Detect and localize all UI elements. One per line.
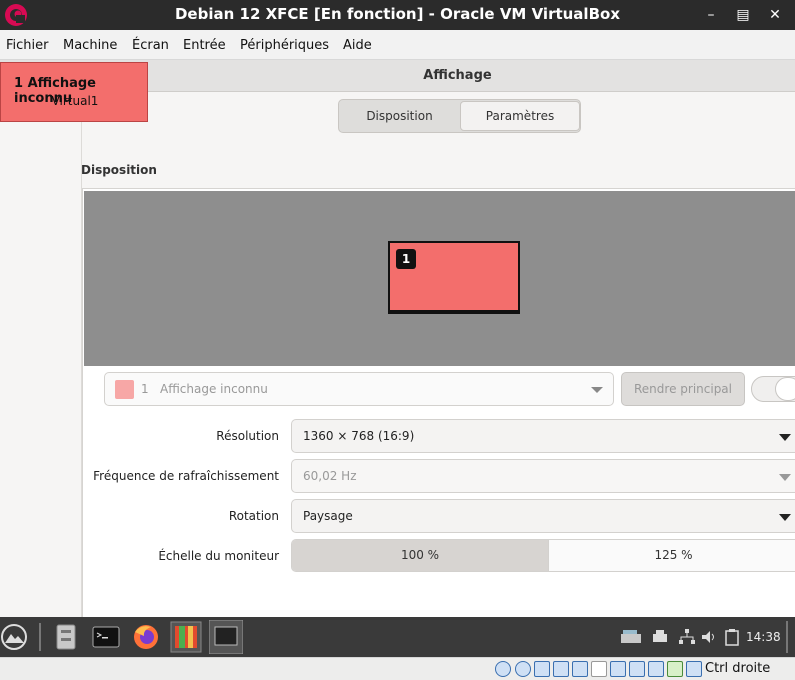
terminal-icon[interactable] [91, 622, 121, 652]
resolution-value: 1360 × 768 (16:9) [303, 429, 415, 443]
file-manager-icon[interactable] [51, 622, 81, 652]
whisker-menu-icon[interactable] [0, 622, 30, 652]
display-arrangement-preview: 1 [84, 191, 795, 366]
network-adapter-icon[interactable] [553, 661, 569, 677]
rotation-label: Rotation [228, 509, 279, 523]
taskbar-separator [39, 623, 41, 651]
display-color-swatch [115, 380, 134, 399]
window-titlebar: Debian 12 XFCE [En fonction] - Oracle VM… [0, 0, 795, 30]
taskbar-clock[interactable]: 14:38 [746, 630, 781, 644]
display-select[interactable]: 1 Affichage inconnu [104, 372, 614, 406]
firefox-icon[interactable] [131, 622, 161, 652]
host-key-label: Ctrl droite [705, 661, 771, 676]
refresh-rate-value: 60,02 Hz [303, 469, 357, 483]
display-identify-overlay: 1 Affichage inconnu Virtual1 [0, 62, 148, 122]
printer-icon[interactable] [651, 628, 669, 646]
clipboard-icon[interactable] [723, 628, 741, 646]
usb-icon[interactable] [572, 661, 588, 677]
volume-icon[interactable] [700, 628, 718, 646]
guest-taskbar: 14:38 [0, 617, 795, 657]
section-title: Disposition [81, 163, 157, 177]
maximize-icon[interactable]: ▤ [732, 4, 754, 26]
scale-option-100[interactable]: 100 % [292, 540, 548, 571]
vbox-statusbar: Ctrl droite [0, 657, 795, 680]
close-icon[interactable]: ✕ [764, 4, 786, 26]
display-settings-panel: 1 1 Affichage inconnu Rendre principal R… [82, 188, 795, 618]
recording-icon[interactable] [629, 661, 645, 677]
chevron-down-icon [591, 387, 603, 393]
overlay-connector-name: Virtual1 [51, 94, 99, 108]
tab-parametres[interactable]: Paramètres [460, 101, 580, 131]
toggle-knob [775, 377, 795, 401]
rotation-value: Paysage [303, 509, 353, 523]
menu-bar: Fichier Machine Écran Entrée Périphériqu… [0, 30, 795, 60]
network-icon[interactable] [620, 628, 642, 646]
monitor-thumbnail[interactable]: 1 [388, 241, 520, 314]
display-icon[interactable] [610, 661, 626, 677]
caret-down-icon [779, 474, 791, 481]
caret-down-icon [779, 434, 791, 441]
menu-machine[interactable]: Machine [63, 38, 117, 53]
view-switcher: Disposition Paramètres [338, 99, 581, 133]
refresh-rate-dropdown[interactable]: 60,02 Hz [291, 459, 795, 493]
keyboard-capture-icon[interactable] [686, 661, 702, 677]
display-enable-toggle[interactable] [751, 376, 795, 402]
settings-sidebar [0, 93, 82, 617]
optical-drive-icon[interactable] [515, 661, 531, 677]
mouse-integration-icon[interactable] [667, 661, 683, 677]
monitor-number-badge: 1 [396, 249, 416, 269]
network-wired-icon[interactable] [678, 628, 696, 646]
caret-down-icon [779, 514, 791, 521]
display-select-name: Affichage inconnu [160, 382, 268, 396]
hard-disk-icon[interactable] [495, 661, 511, 677]
resolution-dropdown[interactable]: 1360 × 768 (16:9) [291, 419, 795, 453]
menu-aide[interactable]: Aide [343, 38, 372, 53]
audio-icon[interactable] [534, 661, 550, 677]
active-window-icon[interactable] [209, 620, 243, 654]
show-desktop-edge[interactable] [786, 621, 788, 653]
display-select-number: 1 [141, 382, 149, 396]
minimize-icon[interactable]: – [700, 4, 722, 26]
tab-disposition[interactable]: Disposition [339, 100, 460, 132]
image-viewer-icon[interactable] [170, 621, 202, 653]
menu-ecran[interactable]: Écran [132, 38, 169, 53]
guest-screen: Affichage 1 Affichage inconnu Virtual1 D… [0, 60, 795, 618]
shared-folders-icon[interactable] [591, 661, 607, 677]
window-title: Debian 12 XFCE [En fonction] - Oracle VM… [174, 5, 620, 23]
make-primary-button[interactable]: Rendre principal [621, 372, 745, 406]
monitor-scale-label: Échelle du moniteur [158, 549, 279, 563]
menu-fichier[interactable]: Fichier [6, 38, 49, 53]
resolution-label: Résolution [216, 429, 279, 443]
virtualization-icon[interactable] [648, 661, 664, 677]
refresh-rate-label: Fréquence de rafraîchissement [93, 469, 279, 483]
menu-entree[interactable]: Entrée [183, 38, 226, 53]
monitor-scale-selector: 100 % 125 % [291, 539, 795, 572]
scale-option-125[interactable]: 125 % [548, 540, 795, 571]
menu-peripheriques[interactable]: Périphériques [240, 38, 329, 53]
rotation-dropdown[interactable]: Paysage [291, 499, 795, 533]
